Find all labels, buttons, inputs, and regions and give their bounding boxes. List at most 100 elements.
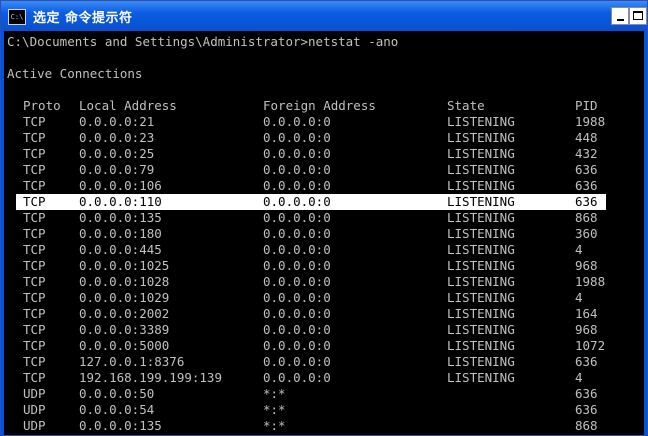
column-header-state: State: [447, 98, 485, 113]
cell-local-address: 0.0.0.0:3389: [79, 322, 170, 337]
title-bar[interactable]: C:\ 选定 命令提示符: [1, 1, 647, 31]
window-title: 选定 命令提示符: [33, 11, 133, 26]
cell-foreign-address: 0.0.0.0:0: [263, 338, 331, 353]
table-row[interactable]: TCP 0.0.0.0:180 0.0.0.0:0 LISTENING 360: [4, 226, 644, 242]
cell-state: LISTENING: [447, 290, 515, 305]
maximize-icon: [633, 11, 643, 20]
cell-local-address: 0.0.0.0:1029: [79, 290, 170, 305]
cell-state: LISTENING: [447, 114, 515, 129]
table-row[interactable]: TCP 127.0.0.1:8376 0.0.0.0:0 LISTENING 636: [4, 354, 644, 370]
table-row[interactable]: TCP 0.0.0.0:106 0.0.0.0:0 LISTENING 636: [4, 178, 644, 194]
column-header-pid: PID: [575, 98, 598, 113]
cell-local-address: 0.0.0.0:1028: [79, 274, 170, 289]
cell-foreign-address: *:*: [263, 402, 286, 417]
cell-foreign-address: 0.0.0.0:0: [263, 162, 331, 177]
cell-pid: 1988: [575, 114, 606, 129]
cell-state: LISTENING: [447, 338, 515, 353]
cell-state: LISTENING: [447, 306, 515, 321]
cell-proto: TCP: [23, 194, 46, 209]
cell-proto: UDP: [23, 402, 46, 417]
console-icon[interactable]: C:\: [8, 9, 26, 25]
table-row[interactable]: TCP 0.0.0.0:79 0.0.0.0:0 LISTENING 636: [4, 162, 644, 178]
cell-state: LISTENING: [447, 194, 515, 209]
cell-foreign-address: 0.0.0.0:0: [263, 370, 331, 385]
table-row[interactable]: TCP 192.168.199.199:139 0.0.0.0:0 LISTENING…: [4, 370, 644, 386]
console-output[interactable]: C:\Documents and Settings\Administrator>…: [4, 31, 644, 435]
table-row[interactable]: TCP 0.0.0.0:445 0.0.0.0:0 LISTENING 4: [4, 242, 644, 258]
cell-local-address: 0.0.0.0:2002: [79, 306, 170, 321]
cell-state: LISTENING: [447, 146, 515, 161]
cell-proto: TCP: [23, 370, 46, 385]
cell-proto: TCP: [23, 290, 46, 305]
cell-foreign-address: *:*: [263, 418, 286, 433]
cell-foreign-address: 0.0.0.0:0: [263, 146, 331, 161]
column-header-proto: Proto: [23, 98, 61, 113]
column-header-foreign-address: Foreign Address: [263, 98, 376, 113]
cell-foreign-address: 0.0.0.0:0: [263, 130, 331, 145]
cell-foreign-address: 0.0.0.0:0: [263, 290, 331, 305]
cell-proto: UDP: [23, 386, 46, 401]
table-row[interactable]: TCP 0.0.0.0:5000 0.0.0.0:0 LISTENING 1072: [4, 338, 644, 354]
cell-foreign-address: 0.0.0.0:0: [263, 178, 331, 193]
cell-pid: 360: [575, 226, 598, 241]
table-row[interactable]: TCP 0.0.0.0:2002 0.0.0.0:0 LISTENING 164: [4, 306, 644, 322]
cell-state: LISTENING: [447, 354, 515, 369]
cell-foreign-address: *:*: [263, 386, 286, 401]
cell-pid: 1072: [575, 338, 606, 353]
cell-state: LISTENING: [447, 274, 515, 289]
table-row[interactable]: UDP 0.0.0.0:54 *:* 636: [4, 402, 644, 418]
cell-pid: 636: [575, 194, 598, 209]
cell-foreign-address: 0.0.0.0:0: [263, 194, 331, 209]
cell-local-address: 0.0.0.0:445: [79, 242, 162, 257]
cell-proto: TCP: [23, 178, 46, 193]
table-row[interactable]: UDP 0.0.0.0:50 *:* 636: [4, 386, 644, 402]
cell-proto: TCP: [23, 210, 46, 225]
table-row[interactable]: TCP 0.0.0.0:23 0.0.0.0:0 LISTENING 448: [4, 130, 644, 146]
cell-pid: 432: [575, 146, 598, 161]
minimize-icon: [617, 19, 624, 21]
table-header[interactable]: Proto Local Address Foreign Address State PI…: [4, 98, 644, 114]
cell-local-address: 0.0.0.0:106: [79, 178, 162, 193]
table-row[interactable]: TCP 0.0.0.0:110 0.0.0.0:0 LISTENING 636: [16, 194, 606, 210]
minimize-button[interactable]: [611, 7, 629, 25]
cell-local-address: 127.0.0.1:8376: [79, 354, 185, 369]
column-header-local-address: Local Address: [79, 98, 177, 113]
cell-pid: 4: [575, 370, 583, 385]
cell-pid: 636: [575, 402, 598, 417]
cell-foreign-address: 0.0.0.0:0: [263, 226, 331, 241]
cell-local-address: 0.0.0.0:54: [79, 402, 155, 417]
table-row[interactable]: UDP 0.0.0.0:135 *:* 868: [4, 418, 644, 434]
cell-pid: 164: [575, 306, 598, 321]
table-row[interactable]: TCP 0.0.0.0:21 0.0.0.0:0 LISTENING 1988: [4, 114, 644, 130]
cell-state: LISTENING: [447, 178, 515, 193]
cell-state: LISTENING: [447, 210, 515, 225]
cell-pid: 868: [575, 418, 598, 433]
cell-local-address: 0.0.0.0:50: [79, 386, 155, 401]
cell-local-address: 0.0.0.0:135: [79, 418, 162, 433]
cell-pid: 1988: [575, 274, 606, 289]
cell-state: LISTENING: [447, 258, 515, 273]
cell-local-address: 0.0.0.0:25: [79, 146, 155, 161]
cell-foreign-address: 0.0.0.0:0: [263, 210, 331, 225]
cell-local-address: 0.0.0.0:5000: [79, 338, 170, 353]
table-row[interactable]: TCP 0.0.0.0:1028 0.0.0.0:0 LISTENING 1988: [4, 274, 644, 290]
command-line: C:\Documents and Settings\Administrator>…: [7, 34, 399, 49]
table-row[interactable]: TCP 0.0.0.0:3389 0.0.0.0:0 LISTENING 968: [4, 322, 644, 338]
cell-pid: 868: [575, 210, 598, 225]
cell-pid: 636: [575, 178, 598, 193]
cell-local-address: 0.0.0.0:135: [79, 210, 162, 225]
cell-pid: 448: [575, 130, 598, 145]
table-row[interactable]: TCP 0.0.0.0:1025 0.0.0.0:0 LISTENING 968: [4, 258, 644, 274]
table-row[interactable]: TCP 0.0.0.0:1029 0.0.0.0:0 LISTENING 4: [4, 290, 644, 306]
cell-foreign-address: 0.0.0.0:0: [263, 354, 331, 369]
table-row[interactable]: TCP 0.0.0.0:25 0.0.0.0:0 LISTENING 432: [4, 146, 644, 162]
cell-local-address: 0.0.0.0:1025: [79, 258, 170, 273]
cell-state: LISTENING: [447, 130, 515, 145]
cell-proto: TCP: [23, 162, 46, 177]
cell-local-address: 0.0.0.0:23: [79, 130, 155, 145]
maximize-button[interactable]: [629, 7, 647, 25]
table-row[interactable]: TCP 0.0.0.0:135 0.0.0.0:0 LISTENING 868: [4, 210, 644, 226]
cell-local-address: 192.168.199.199:139: [79, 370, 222, 385]
cell-proto: TCP: [23, 306, 46, 321]
cell-pid: 4: [575, 290, 583, 305]
